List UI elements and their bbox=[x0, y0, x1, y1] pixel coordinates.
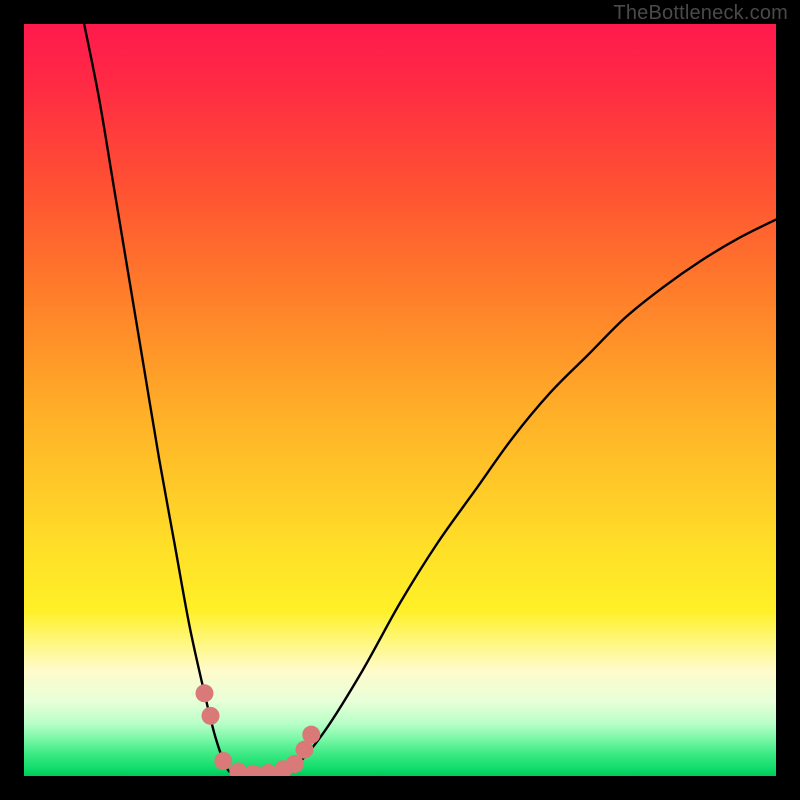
curve-group bbox=[84, 24, 776, 774]
watermark-text: TheBottleneck.com bbox=[613, 2, 788, 25]
chart-area bbox=[24, 24, 776, 776]
data-marker bbox=[195, 684, 213, 702]
chart-svg bbox=[24, 24, 776, 776]
data-marker bbox=[302, 726, 320, 744]
data-marker bbox=[202, 707, 220, 725]
data-marker bbox=[214, 752, 232, 770]
bottleneck-curve bbox=[84, 24, 776, 774]
